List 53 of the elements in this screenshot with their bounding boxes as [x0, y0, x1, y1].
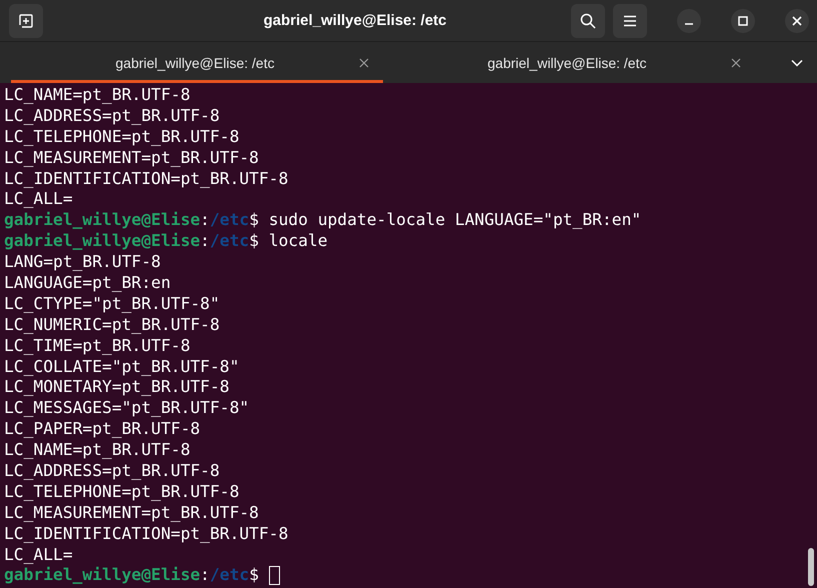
output-line: LC_MEASUREMENT=pt_BR.UTF-8 [4, 502, 259, 524]
terminal-tab[interactable]: gabriel_willye@Elise: /etc [383, 42, 755, 83]
prompt-symbol: $ [249, 231, 259, 252]
output-line: LC_TIME=pt_BR.UTF-8 [4, 336, 190, 357]
search-icon [580, 12, 596, 28]
maximize-button[interactable] [731, 8, 755, 32]
maximize-icon [738, 16, 748, 26]
minimize-button[interactable] [677, 8, 701, 32]
output-line: LANG=pt_BR.UTF-8 [4, 252, 161, 274]
output-line: LC_MONETARY=pt_BR.UTF-8 [4, 377, 230, 398]
output-line: LC_TELEPHONE=pt_BR.UTF-8 [4, 482, 240, 503]
output-line: LC_MEASUREMENT=pt_BR.UTF-8 [4, 148, 259, 169]
output-line: LC_NAME=pt_BR.UTF-8 [4, 85, 190, 106]
prompt-symbol: $ [249, 210, 259, 232]
new-tab-icon [18, 12, 34, 28]
output-line: LC_MESSAGES="pt_BR.UTF-8" [4, 398, 250, 420]
prompt-symbol: $ [249, 565, 259, 586]
output-line: LANGUAGE=pt_BR:en [4, 273, 171, 294]
output-line: LC_PAPER=pt_BR.UTF-8 [4, 419, 200, 440]
output-line: LC_NUMERIC=pt_BR.UTF-8 [4, 314, 220, 336]
command-text: locale [268, 231, 328, 252]
output-line: LC_ALL= [4, 189, 73, 210]
output-line: LC_ALL= [4, 544, 73, 566]
prompt-separator: : [200, 210, 210, 232]
prompt-user: gabriel_willye@Elise [4, 210, 200, 232]
prompt-user: gabriel_willye@Elise [4, 565, 200, 586]
menu-icon [623, 14, 637, 26]
close-icon [792, 16, 802, 26]
output-line: LC_TELEPHONE=pt_BR.UTF-8 [4, 126, 240, 148]
output-line: LC_ADDRESS=pt_BR.UTF-8 [4, 461, 220, 482]
scrollbar[interactable] [808, 548, 814, 586]
output-line: LC_CTYPE="pt_BR.UTF-8" [4, 294, 220, 315]
close-icon[interactable] [731, 58, 741, 68]
command-text: sudo update-locale LANGUAGE="pt_BR:en" [268, 210, 642, 232]
output-line: LC_IDENTIFICATION=pt_BR.UTF-8 [4, 168, 288, 190]
window-title: gabriel_willye@Elise: /etc [262, 12, 448, 29]
prompt-path: /etc [210, 210, 250, 232]
close-icon[interactable] [359, 58, 369, 68]
menu-button[interactable] [613, 4, 647, 38]
prompt-path: /etc [210, 231, 250, 252]
minimize-icon [685, 22, 693, 24]
prompt-user: gabriel_willye@Elise [4, 231, 200, 252]
prompt-separator: : [200, 231, 210, 252]
chevron-down-icon[interactable] [791, 58, 803, 66]
output-line: LC_COLLATE="pt_BR.UTF-8" [4, 356, 240, 378]
search-button[interactable] [571, 4, 605, 38]
new-tab-button[interactable] [9, 4, 43, 38]
close-button[interactable] [785, 8, 809, 32]
output-line: LC_ADDRESS=pt_BR.UTF-8 [4, 106, 220, 127]
output-line: LC_NAME=pt_BR.UTF-8 [4, 440, 190, 462]
output-line: LC_IDENTIFICATION=pt_BR.UTF-8 [4, 524, 288, 545]
prompt-separator: : [200, 565, 210, 586]
prompt-path: /etc [210, 565, 250, 586]
